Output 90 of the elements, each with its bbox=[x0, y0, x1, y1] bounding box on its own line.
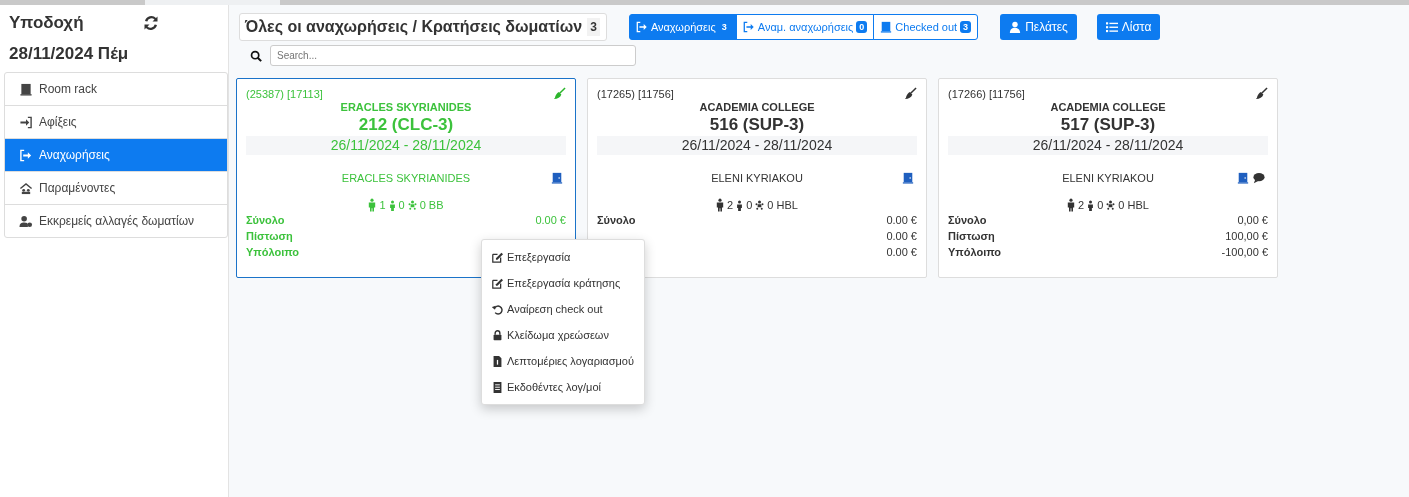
filter-tab[interactable]: Αναμ. αναχωρήσεις 0 bbox=[735, 14, 875, 40]
adults-count: 2 bbox=[1078, 199, 1085, 211]
guest-name: ERACLES SKYRIANIDES bbox=[341, 172, 471, 184]
infants-count: 0 HBL bbox=[1118, 199, 1149, 211]
sidebar-date: 28/11/2024 Πέμ bbox=[8, 43, 130, 65]
door-icon[interactable] bbox=[902, 172, 914, 184]
menu-item[interactable]: Κλείδωμα χρεώσεων bbox=[482, 322, 644, 348]
list-button[interactable]: Λίστα bbox=[1096, 14, 1161, 40]
total-label: Σύνολο bbox=[246, 214, 285, 226]
broom-icon[interactable] bbox=[904, 87, 917, 100]
edit-icon bbox=[492, 277, 503, 289]
comment-icon[interactable] bbox=[1253, 172, 1265, 184]
total-label: Σύνολο bbox=[948, 214, 987, 226]
total-value: 100,00 € bbox=[1225, 230, 1268, 242]
search-icon bbox=[250, 49, 262, 62]
total-value: 0.00 € bbox=[886, 246, 917, 258]
menu-item[interactable]: Αναίρεση check out bbox=[482, 296, 644, 322]
user-gear-icon bbox=[19, 214, 33, 228]
child-icon bbox=[388, 199, 396, 211]
baby-icon bbox=[755, 200, 765, 210]
total-value: -100,00 € bbox=[1221, 246, 1268, 258]
filter-tab[interactable]: Checked out 3 bbox=[873, 14, 979, 40]
lock-icon bbox=[492, 329, 503, 341]
user-icon bbox=[1009, 21, 1022, 33]
customers-button[interactable]: Πελάτες bbox=[1000, 14, 1077, 40]
total-value: 0.00 € bbox=[886, 230, 917, 242]
room-number: 212 (CLC-3) bbox=[357, 115, 455, 135]
total-label: Σύνολο bbox=[597, 214, 636, 226]
adult-icon bbox=[1067, 198, 1076, 212]
total-label: Υπόλοιπο bbox=[948, 246, 1002, 258]
sidebar-title: Υποδοχή bbox=[9, 13, 85, 33]
sidebar-item[interactable]: Αναχωρήσεις bbox=[5, 139, 227, 172]
door-icon[interactable] bbox=[551, 172, 563, 184]
sign-out-icon bbox=[635, 21, 648, 33]
reservation-ids: (17265) [11756] bbox=[597, 87, 674, 100]
infants-count: 0 HBL bbox=[767, 199, 798, 211]
total-label: Πίστωση bbox=[246, 230, 293, 242]
infants-count: 0 BB bbox=[419, 199, 444, 211]
search-field[interactable]: Search... bbox=[270, 45, 636, 66]
children-count: 0 bbox=[398, 199, 405, 211]
door-icon bbox=[19, 82, 33, 96]
reservation-card[interactable]: (17265) [11756] ACADEMIA COLLEGE 516 (SUP-3) 26/11/2024 - 28/11/2024 ELENI KYRIAKOU 2 0 0 HBL Σύνολο 0.00 € 0.00 € 0.00 € bbox=[587, 78, 927, 278]
child-icon bbox=[1087, 199, 1095, 211]
children-count: 0 bbox=[746, 199, 753, 211]
edit-icon bbox=[492, 251, 503, 263]
filter-tab[interactable]: Αναχωρήσεις 3 bbox=[628, 14, 737, 40]
total-value: 0,00 € bbox=[1237, 214, 1268, 226]
sidebar-item[interactable]: Room rack bbox=[5, 73, 227, 106]
menu-item[interactable]: Εκδοθέντες λογ/μοί bbox=[482, 374, 644, 400]
reservation-card[interactable]: (17266) [11756] ACADEMIA COLLEGE 517 (SUP-3) 26/11/2024 - 28/11/2024 ELENI KYRIAKOU 2 0 0 HBL Σύνολο 0,00 € Πίστωση 100,00 € Υπόλοιπο -100,00 € bbox=[938, 78, 1278, 278]
sidebar-item[interactable]: Εκκρεμείς αλλαγές δωματίων bbox=[5, 205, 227, 237]
stay-dates: 26/11/2024 - 28/11/2024 bbox=[948, 136, 1268, 155]
company-name: ERACLES SKYRIANIDES bbox=[339, 101, 473, 113]
page-title: Όλες οι αναχωρήσεις / Κρατήσεις δωματίων 3 bbox=[239, 13, 607, 41]
reservation-ids: (25387) [17113] bbox=[246, 87, 323, 100]
sign-out-icon bbox=[19, 148, 33, 162]
room-number: 517 (SUP-3) bbox=[1059, 115, 1157, 135]
door-icon[interactable] bbox=[1237, 172, 1249, 184]
list-icon bbox=[1105, 21, 1118, 33]
adult-icon bbox=[716, 198, 725, 212]
company-name: ACADEMIA COLLEGE bbox=[1049, 101, 1167, 113]
refresh-icon[interactable] bbox=[143, 15, 159, 31]
stay-dates: 26/11/2024 - 28/11/2024 bbox=[597, 136, 917, 155]
room-number: 516 (SUP-3) bbox=[708, 115, 806, 135]
adults-count: 2 bbox=[727, 199, 734, 211]
reservation-ids: (17266) [11756] bbox=[948, 87, 1025, 100]
menu-item[interactable]: Λεπτομέριες λογαριασμού bbox=[482, 348, 644, 374]
total-label: Πίστωση bbox=[948, 230, 995, 242]
undo-icon bbox=[492, 303, 503, 315]
baby-icon bbox=[407, 200, 417, 210]
house-icon bbox=[19, 181, 33, 195]
sign-in-icon bbox=[19, 115, 33, 129]
stay-dates: 26/11/2024 - 28/11/2024 bbox=[246, 136, 566, 155]
total-label: Υπόλοιπο bbox=[246, 246, 300, 258]
company-name: ACADEMIA COLLEGE bbox=[698, 101, 816, 113]
sign-out-icon bbox=[742, 21, 755, 33]
total-value: 0.00 € bbox=[535, 214, 566, 226]
guest-name: ELENI KYRIAKOU bbox=[1062, 172, 1154, 184]
door-icon bbox=[880, 21, 893, 33]
baby-icon bbox=[1106, 200, 1116, 210]
guest-name: ELENI KYRIAKOU bbox=[711, 172, 803, 184]
adults-count: 1 bbox=[379, 199, 386, 211]
sidebar-item[interactable]: Παραμένοντες bbox=[5, 172, 227, 205]
broom-icon[interactable] bbox=[1255, 87, 1268, 100]
child-icon bbox=[736, 199, 744, 211]
file-icon bbox=[492, 355, 503, 367]
document-icon bbox=[492, 381, 503, 393]
total-value: 0.00 € bbox=[886, 214, 917, 226]
children-count: 0 bbox=[1097, 199, 1104, 211]
adult-icon bbox=[368, 198, 377, 212]
